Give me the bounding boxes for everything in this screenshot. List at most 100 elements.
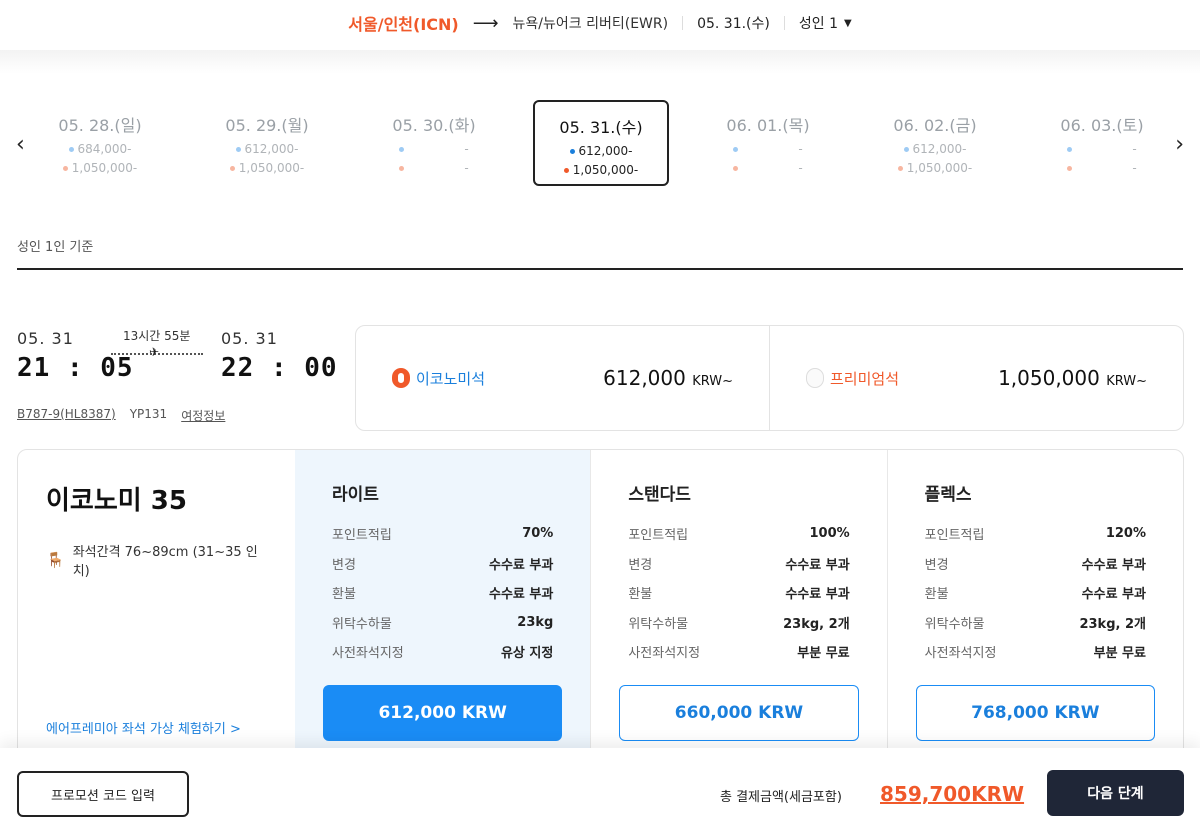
fare-value: 120% [1105, 526, 1146, 542]
divider [17, 268, 1183, 270]
date-option[interactable]: 05. 31.(수) 612,000- 1,050,000- [533, 100, 669, 186]
select-flex-button[interactable]: 768,000 KRW [915, 685, 1155, 741]
seat-vr-link[interactable]: 에어프레미아 좌석 가상 체험하기 > [46, 718, 241, 737]
price-text: - [464, 161, 469, 175]
travel-date: 05. 31.(수) [697, 16, 770, 32]
seat-icon: 🪑 [46, 551, 65, 569]
date-option[interactable]: 06. 02.(금) 612,000- 1,050,000- [867, 100, 1003, 186]
price-text: - [1132, 142, 1137, 156]
premium-price: 1,050,000- [32, 161, 168, 176]
aircraft-link[interactable]: B787-9(HL8387) [17, 407, 116, 424]
chevron-right-icon[interactable]: › [1175, 132, 1184, 157]
economy-price: - [1034, 142, 1170, 157]
fare-row: 포인트적립 120% [925, 519, 1146, 549]
price-text: 684,000- [77, 142, 132, 156]
fare-row: 위탁수하물 23kg, 2개 [925, 608, 1146, 638]
fare-row: 사전좌석지정 유상 지정 [332, 637, 553, 667]
fare-key: 변경 [332, 557, 356, 573]
fare-value: 부분 무료 [1093, 646, 1146, 662]
date-option[interactable]: 06. 01.(목) - - [700, 100, 836, 186]
premium-price: - [366, 161, 502, 176]
fare-value: 수수료 부과 [1081, 557, 1146, 573]
fare-row: 위탁수하물 23kg, 2개 [628, 608, 849, 638]
fare-value: 23kg, 2개 [1079, 616, 1146, 632]
fare-name: 플렉스 [924, 485, 972, 505]
fare-row: 포인트적립 100% [628, 519, 849, 549]
departure-time: 21 : 05 [17, 353, 134, 383]
cabin-economy[interactable]: 이코노미석 612,000 KRW~ [356, 326, 769, 430]
bottom-bar: 프로모션 코드 입력 총 결제금액(세금포함) 859,700KRW 다음 단계 [0, 748, 1200, 820]
date-label: 05. 30.(화) [392, 116, 476, 135]
departure-date: 05. 31 [17, 329, 74, 348]
origin-label: 서울/인천(ICN) [348, 15, 459, 34]
fare-key: 위탁수하물 [924, 616, 985, 632]
fare-key: 환불 [332, 587, 356, 603]
price-text: 1,050,000- [906, 161, 973, 175]
fare-row: 사전좌석지정 부분 무료 [925, 637, 1146, 667]
fare-value: 부분 무료 [797, 646, 850, 662]
cabin-price: 612,000 [603, 366, 686, 390]
fare-key: 포인트적립 [332, 528, 392, 544]
fare-key: 사전좌석지정 [924, 646, 997, 662]
orange-dot-icon [897, 166, 903, 171]
promo-code-button[interactable]: 프로모션 코드 입력 [17, 771, 189, 817]
divider [783, 16, 785, 30]
fare-column-light: 라이트 포인트적립 70% 변경 수수료 부과 환불 수수료 부과 위탁수하물 23kg… [295, 450, 591, 778]
fare-value: 23kg [517, 614, 554, 630]
date-label: 05. 28.(일) [58, 116, 142, 135]
flight-duration: 13시간 55분 [123, 329, 191, 343]
fare-key: 포인트적립 [924, 528, 985, 544]
cabin-premium[interactable]: 프리미엄석 1,050,000 KRW~ [769, 326, 1183, 430]
date-strip: ‹ 05. 28.(일) 684,000- 1,050,000- 05. 29.(월)… [0, 96, 1200, 192]
cabin-selector: 이코노미석 612,000 KRW~ 프리미엄석 1,050,000 KRW~ [355, 325, 1184, 431]
price-text: - [798, 161, 803, 175]
price-text: 1,050,000- [238, 161, 305, 175]
economy-price: 612,000- [199, 142, 335, 157]
itinerary-link[interactable]: 여정정보 [181, 407, 225, 424]
fare-value: 23kg, 2개 [783, 616, 850, 632]
flight-links: B787-9(HL8387) YP131 여정정보 [17, 407, 225, 424]
header-shadow [0, 50, 1200, 74]
orange-dot-icon [62, 166, 68, 171]
select-standard-button[interactable]: 660,000 KRW [619, 685, 859, 741]
select-light-button[interactable]: 612,000 KRW [323, 685, 563, 741]
airplane-icon: ✈ [149, 345, 160, 359]
fare-value: 수수료 부과 [785, 557, 850, 573]
cabin-name: 이코노미석 [416, 369, 486, 388]
fare-key: 변경 [628, 557, 653, 573]
date-label: 06. 03.(토) [1060, 116, 1144, 135]
route-header: 서울/인천(ICN) ⟶ 뉴욕/뉴어크 리버티(EWR) 05. 31.(수) … [0, 0, 1200, 46]
price-text: - [1132, 161, 1137, 175]
fare-info: 이코노미 35 🪑 좌석간격 76~89cm (31~35 인치) 에어프레미아… [18, 450, 295, 778]
fare-key: 환불 [628, 587, 653, 603]
radio-unselected-icon [806, 368, 824, 388]
date-option[interactable]: 05. 29.(월) 612,000- 1,050,000- [199, 100, 335, 186]
fare-value: 유상 지정 [500, 646, 554, 662]
economy-price: 612,000- [867, 142, 1003, 157]
seat-pitch: 🪑 좌석간격 76~89cm (31~35 인치) [46, 541, 267, 579]
premium-price: - [1034, 161, 1170, 176]
fare-row: 환불 수수료 부과 [628, 578, 849, 608]
date-option[interactable]: 06. 03.(토) - - [1034, 100, 1170, 186]
fare-value: 수수료 부과 [489, 587, 554, 603]
date-option[interactable]: 05. 30.(화) - - [366, 100, 502, 186]
cabin-currency: KRW~ [692, 374, 733, 389]
fare-key: 사전좌석지정 [332, 646, 404, 662]
price-text: 612,000- [578, 144, 633, 158]
blue-dot-icon [733, 147, 739, 152]
arrival-time: 22 : 00 [221, 353, 338, 383]
date-label: 05. 29.(월) [225, 116, 309, 135]
blue-dot-icon [235, 147, 241, 152]
cabin-name: 프리미엄석 [830, 369, 900, 388]
fare-key: 위탁수하물 [332, 616, 392, 632]
fare-value: 수수료 부과 [489, 557, 554, 573]
passenger-selector[interactable]: 성인 1 ▼ [799, 13, 852, 33]
fare-class-title: 이코노미 35 [46, 486, 187, 516]
chevron-left-icon[interactable]: ‹ [16, 132, 25, 157]
fare-key: 사전좌석지정 [628, 646, 701, 662]
next-step-button[interactable]: 다음 단계 [1047, 770, 1184, 816]
orange-dot-icon [399, 166, 405, 171]
date-option[interactable]: 05. 28.(일) 684,000- 1,050,000- [32, 100, 168, 186]
fare-row: 환불 수수료 부과 [332, 578, 553, 608]
orange-dot-icon [1067, 166, 1073, 171]
